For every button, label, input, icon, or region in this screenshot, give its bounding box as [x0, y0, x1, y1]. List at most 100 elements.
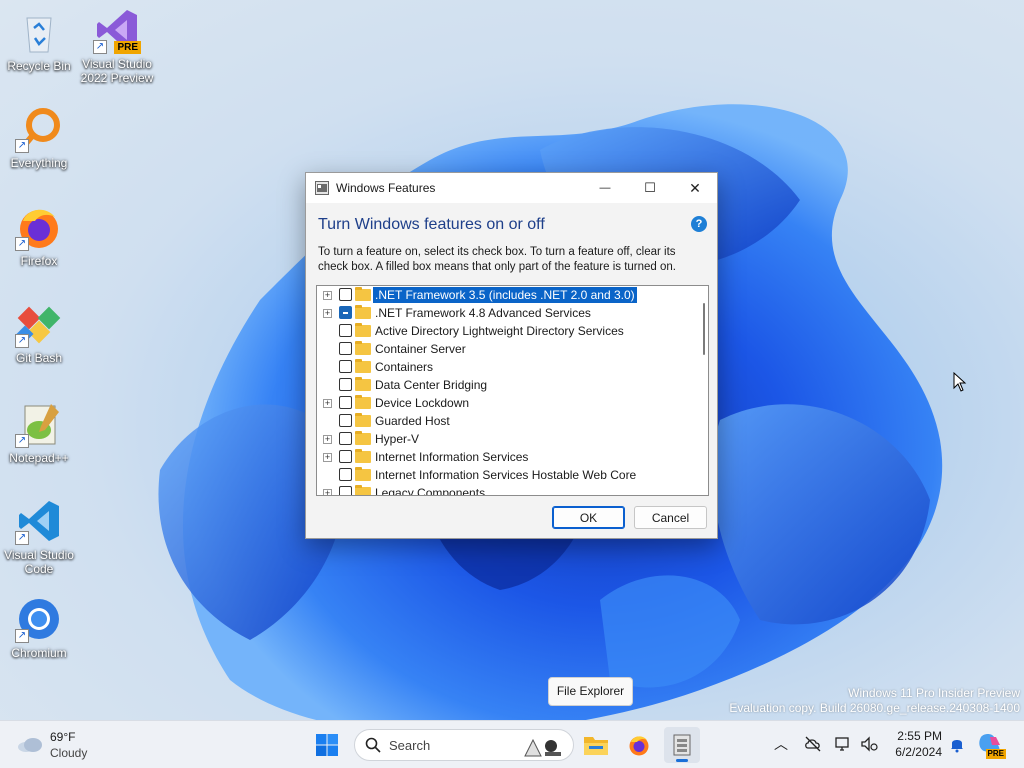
feature-row[interactable]: + Hyper-V	[317, 430, 708, 448]
feature-label: Container Server	[375, 342, 466, 356]
windows-features-dialog: Windows Features — ☐ ✕ Turn Windows feat…	[305, 172, 718, 539]
cloud-offline-icon[interactable]	[804, 735, 822, 753]
search-icon	[365, 737, 381, 753]
feature-checkbox[interactable]	[339, 378, 352, 391]
copilot-button[interactable]: PRE	[978, 733, 1006, 759]
feature-label: .NET Framework 3.5 (includes .NET 2.0 an…	[373, 287, 637, 303]
feature-label: Guarded Host	[375, 414, 450, 428]
desktop-icon-everything[interactable]: ↗ Everything	[0, 105, 78, 170]
shortcut-arrow-icon: ↗	[15, 629, 29, 643]
system-tray: ︿ 2:55 PM 6/2/2024 PRE	[768, 721, 1024, 768]
desktop-icon-label: Everything	[10, 156, 68, 170]
feature-row[interactable]: Container Server	[317, 340, 708, 358]
show-hidden-icons-chevron-up-icon[interactable]: ︿	[772, 735, 790, 753]
notification-bell-icon[interactable]	[948, 735, 966, 753]
desktop-icon-label: Chromium	[11, 646, 67, 660]
folder-icon	[355, 305, 371, 319]
feature-row[interactable]: + Internet Information Services	[317, 448, 708, 466]
tree-scrollbar[interactable]	[700, 286, 708, 495]
mouse-cursor-icon	[953, 372, 967, 392]
taskbar-search-box[interactable]: Search	[354, 729, 574, 761]
desktop-icon-firefox[interactable]: ↗ Firefox	[0, 203, 78, 268]
features-tree[interactable]: + .NET Framework 3.5 (includes .NET 2.0 a…	[316, 285, 709, 496]
title-bar[interactable]: Windows Features — ☐ ✕	[306, 173, 717, 203]
scrollbar-thumb[interactable]	[703, 303, 705, 355]
help-icon[interactable]: ?	[691, 216, 707, 232]
feature-checkbox[interactable]	[339, 342, 352, 355]
desktop-icon-visual-studio-preview[interactable]: PRE ↗ Visual Studio 2022 Preview	[78, 6, 156, 85]
feature-label: Device Lockdown	[375, 396, 470, 410]
start-button[interactable]	[309, 727, 345, 763]
desktop-icon-notepad-plus-plus[interactable]: ↗ Notepad++	[0, 400, 78, 465]
feature-label: Data Center Bridging	[375, 378, 488, 392]
folder-icon	[355, 377, 371, 391]
feature-label: .NET Framework 4.8 Advanced Services	[375, 306, 591, 320]
feature-checkbox[interactable]	[339, 468, 352, 481]
recycle-bin-icon	[26, 17, 52, 53]
feature-row[interactable]: + .NET Framework 4.8 Advanced Services	[317, 304, 708, 322]
taskbar-firefox[interactable]	[621, 727, 657, 763]
feature-row[interactable]: + Legacy Components	[317, 484, 708, 496]
expand-plus-icon[interactable]: +	[323, 399, 332, 408]
cloud-icon	[18, 738, 42, 752]
desktop-icon-recycle-bin[interactable]: Recycle Bin	[0, 8, 78, 73]
feature-checkbox[interactable]	[339, 396, 352, 409]
network-icon[interactable]	[834, 735, 852, 753]
feature-checkbox[interactable]	[339, 414, 352, 427]
feature-row[interactable]: + .NET Framework 3.5 (includes .NET 2.0 a…	[317, 286, 708, 304]
folder-icon	[355, 287, 371, 301]
windows-features-icon	[673, 734, 691, 756]
windows-features-app-icon	[315, 181, 329, 195]
dialog-description: To turn a feature on, select its check b…	[318, 246, 676, 273]
evaluation-watermark: Windows 11 Pro Insider Preview Evaluatio…	[729, 686, 1020, 716]
feature-row[interactable]: Active Directory Lightweight Directory S…	[317, 322, 708, 340]
expand-plus-icon[interactable]: +	[323, 291, 332, 300]
folder-icon	[355, 431, 371, 445]
feature-checkbox[interactable]	[339, 450, 352, 463]
taskbar-tooltip: File Explorer	[548, 677, 633, 706]
expand-plus-icon[interactable]: +	[323, 453, 332, 462]
taskbar-file-explorer[interactable]	[578, 727, 614, 763]
active-app-indicator	[676, 759, 688, 762]
weather-widget[interactable]: 69°F Cloudy	[16, 729, 106, 761]
feature-label: Internet Information Services	[375, 450, 529, 464]
desktop-icon-vscode[interactable]: ↗ Visual Studio Code	[0, 497, 78, 576]
volume-muted-icon[interactable]	[860, 735, 878, 753]
weather-condition: Cloudy	[50, 746, 88, 760]
feature-row[interactable]: Data Center Bridging	[317, 376, 708, 394]
maximize-icon: ☐	[644, 180, 656, 195]
feature-label: Legacy Components	[375, 486, 486, 496]
taskbar-windows-features[interactable]	[664, 727, 700, 763]
feature-checkbox[interactable]	[339, 288, 352, 301]
expand-plus-icon[interactable]: +	[323, 309, 332, 318]
feature-checkbox[interactable]	[339, 360, 352, 373]
maximize-button[interactable]: ☐	[627, 173, 673, 203]
expand-plus-icon[interactable]: +	[323, 489, 332, 495]
shortcut-arrow-icon: ↗	[15, 334, 29, 348]
feature-row[interactable]: Containers	[317, 358, 708, 376]
feature-row[interactable]: Internet Information Services Hostable W…	[317, 466, 708, 484]
desktop-icon-git-bash[interactable]: ↗ Git Bash	[0, 300, 78, 365]
desktop-icon-label: Visual Studio 2022 Preview	[80, 57, 154, 85]
feature-row[interactable]: + Device Lockdown	[317, 394, 708, 412]
close-icon: ✕	[689, 179, 701, 196]
taskbar: 69°F Cloudy Search ︿ 2:55 PM 6/2/2024 PR…	[0, 720, 1024, 768]
feature-label: Hyper-V	[375, 432, 420, 446]
desktop-icon-label: Firefox	[20, 254, 58, 268]
feature-checkbox[interactable]	[339, 306, 352, 319]
shortcut-arrow-icon: ↗	[15, 531, 29, 545]
expand-plus-icon[interactable]: +	[323, 435, 332, 444]
watermark-line-1: Windows 11 Pro Insider Preview	[848, 686, 1020, 700]
feature-checkbox[interactable]	[339, 432, 352, 445]
minimize-icon: —	[599, 182, 611, 194]
feature-checkbox[interactable]	[339, 324, 352, 337]
cancel-button[interactable]: Cancel	[634, 506, 707, 529]
minimize-button[interactable]: —	[582, 173, 628, 203]
taskbar-clock[interactable]: 2:55 PM 6/2/2024	[888, 728, 942, 760]
file-explorer-icon	[584, 737, 608, 755]
desktop-icon-chromium[interactable]: ↗ Chromium	[0, 595, 78, 660]
feature-checkbox[interactable]	[339, 486, 352, 495]
ok-button[interactable]: OK	[552, 506, 625, 529]
close-button[interactable]: ✕	[672, 173, 718, 203]
feature-row[interactable]: Guarded Host	[317, 412, 708, 430]
